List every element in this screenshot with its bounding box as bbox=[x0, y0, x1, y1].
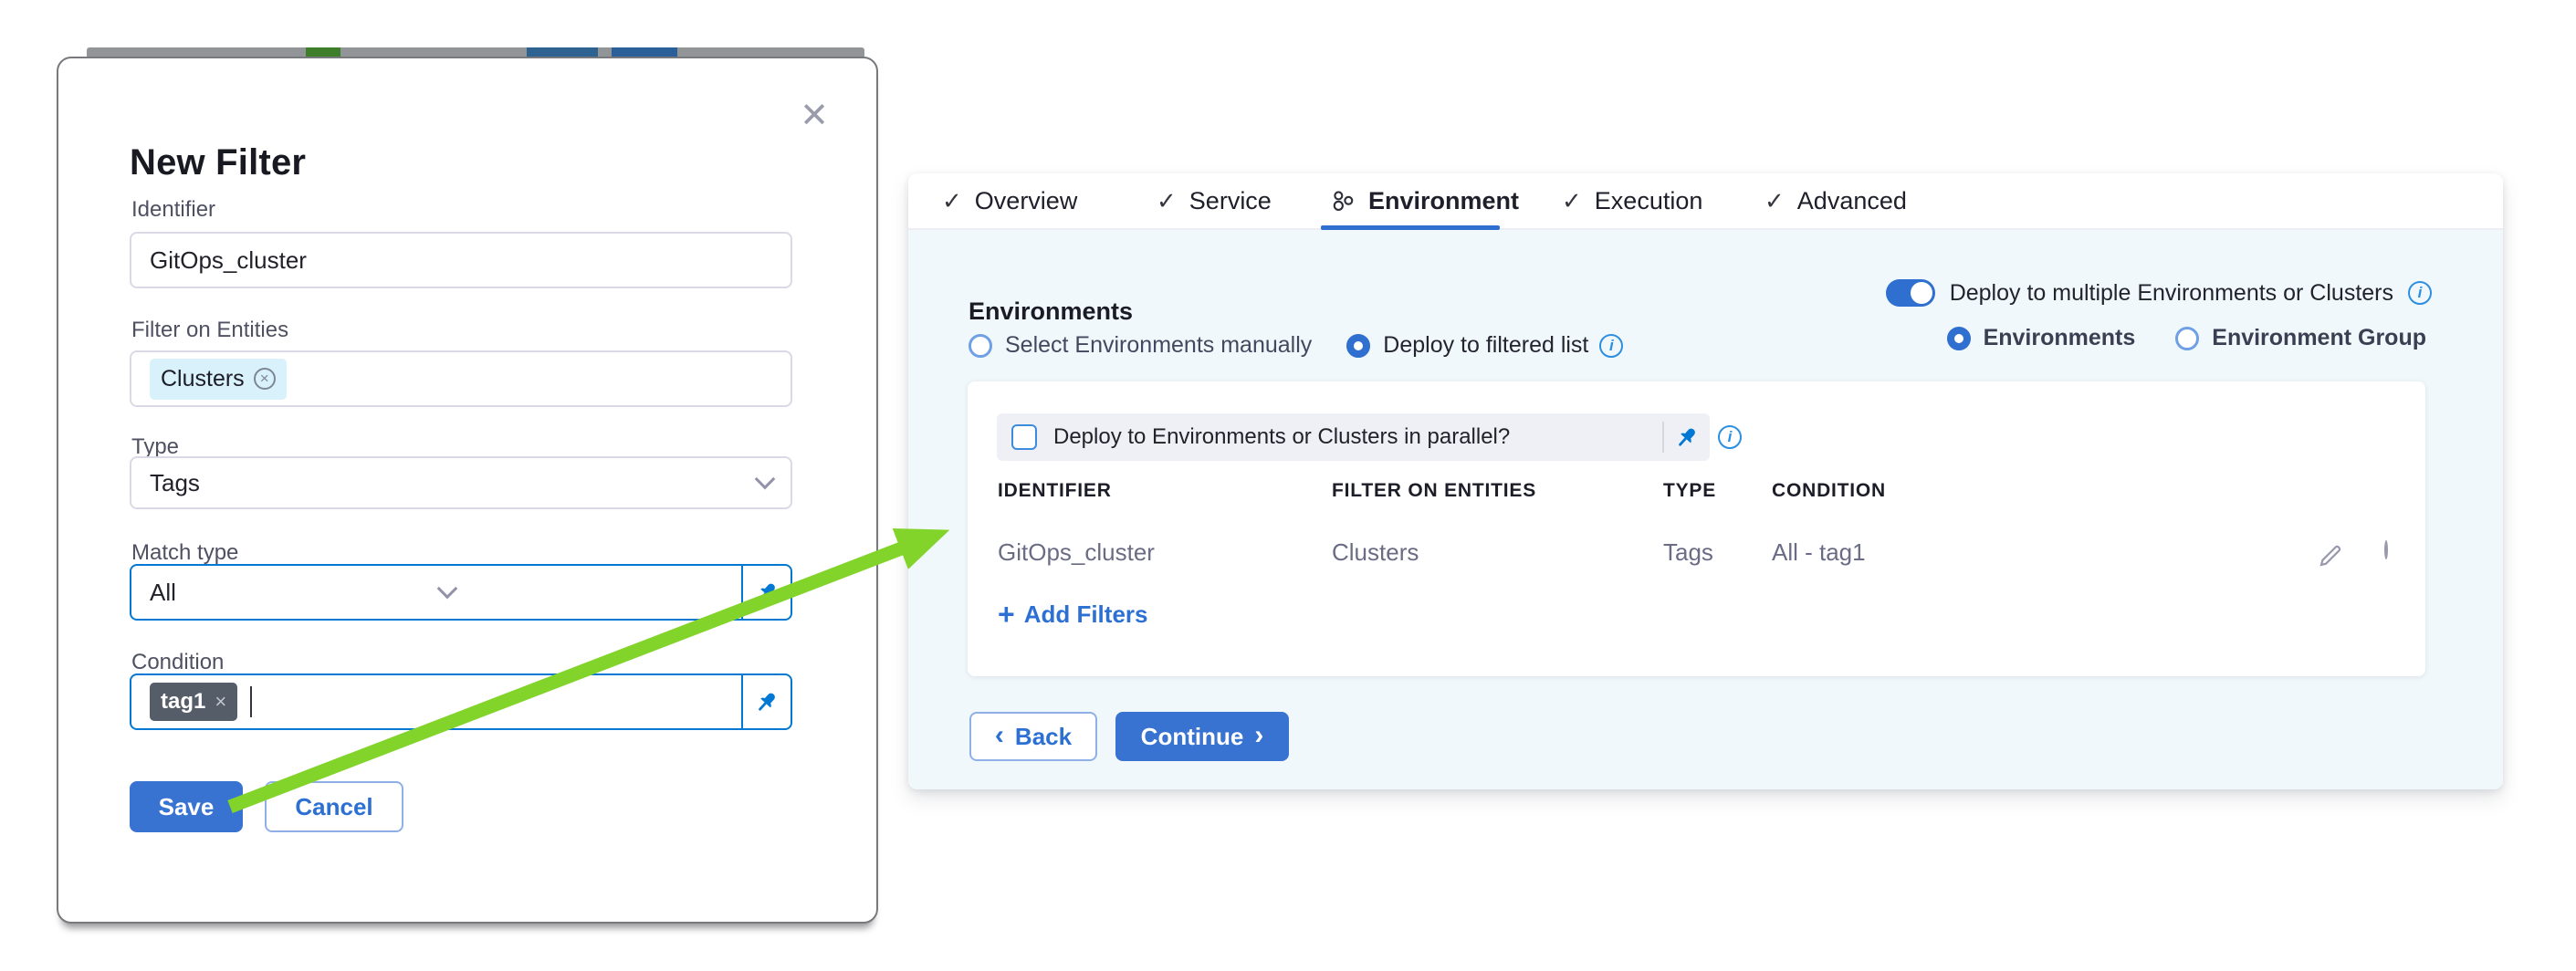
condition-input[interactable]: tag1 × bbox=[130, 673, 792, 730]
match-type-value: All bbox=[150, 579, 176, 607]
environments-heading: Environments bbox=[969, 298, 1133, 326]
cancel-button[interactable]: Cancel bbox=[265, 781, 403, 832]
cell-condition: All - tag1 bbox=[1772, 538, 1866, 567]
match-type-label: Match type bbox=[131, 540, 238, 566]
pin-button[interactable] bbox=[741, 675, 791, 728]
pin-icon bbox=[754, 689, 780, 715]
match-type-select[interactable]: All bbox=[130, 564, 792, 621]
close-icon[interactable]: ✕ bbox=[800, 99, 829, 133]
modal-title: New Filter bbox=[130, 142, 306, 183]
info-icon[interactable]: i bbox=[1718, 425, 1742, 449]
radio-environments[interactable]: Environments bbox=[1947, 325, 2136, 351]
radio-selected-icon bbox=[1346, 334, 1370, 358]
filter-entities-input[interactable]: Clusters × bbox=[130, 350, 792, 407]
pipeline-stage-panel: ✓ Overview ✓ Service Environment ✓ Execu… bbox=[908, 173, 2503, 789]
col-header-condition: CONDITION bbox=[1772, 480, 1886, 502]
parallel-checkbox[interactable] bbox=[1011, 424, 1037, 450]
stage-tabbar: ✓ Overview ✓ Service Environment ✓ Execu… bbox=[908, 173, 2503, 230]
radio-select-manually[interactable]: Select Environments manually bbox=[969, 332, 1312, 359]
filters-card: Deploy to Environments or Clusters in pa… bbox=[968, 381, 2425, 676]
clusters-chip[interactable]: Clusters × bbox=[150, 359, 287, 400]
new-filter-modal: New Filter ✕ Identifier GitOps_cluster F… bbox=[57, 57, 878, 924]
cell-filter-on-entities: Clusters bbox=[1332, 538, 1419, 567]
chevron-down-icon bbox=[755, 469, 776, 490]
cell-type: Tags bbox=[1663, 538, 1713, 567]
pin-icon bbox=[1674, 424, 1700, 450]
filter-entities-label: Filter on Entities bbox=[131, 318, 288, 343]
toggle-knob bbox=[1911, 282, 1932, 304]
remove-row-button[interactable] bbox=[2384, 542, 2412, 569]
col-header-type: TYPE bbox=[1663, 480, 1716, 502]
type-value: Tags bbox=[150, 469, 200, 497]
add-filters-link[interactable]: + Add Filters bbox=[998, 600, 1147, 629]
chevron-left-icon: ‹ bbox=[995, 722, 1004, 749]
multi-env-toggle[interactable] bbox=[1886, 279, 1935, 307]
info-icon[interactable]: i bbox=[2408, 281, 2432, 305]
back-button[interactable]: ‹ Back bbox=[969, 712, 1097, 761]
pin-button[interactable] bbox=[741, 566, 791, 619]
pin-button[interactable] bbox=[1664, 413, 1710, 461]
save-button[interactable]: Save bbox=[130, 781, 243, 832]
radio-selected-icon bbox=[1947, 327, 1971, 350]
identifier-input[interactable]: GitOps_cluster bbox=[130, 232, 792, 288]
radio-icon bbox=[2175, 327, 2199, 350]
col-header-filter-on-entities: FILTER ON ENTITIES bbox=[1332, 480, 1536, 502]
chevron-right-icon: › bbox=[1254, 722, 1263, 749]
identifier-value: GitOps_cluster bbox=[150, 246, 307, 275]
text-cursor bbox=[250, 686, 252, 717]
remove-chip-icon[interactable]: × bbox=[215, 690, 226, 714]
type-select[interactable]: Tags bbox=[130, 456, 792, 509]
edit-row-button[interactable] bbox=[2317, 542, 2344, 569]
pin-icon bbox=[754, 579, 780, 605]
check-icon: ✓ bbox=[1562, 187, 1582, 215]
plus-icon: + bbox=[998, 600, 1015, 629]
radio-deploy-filtered[interactable]: Deploy to filtered list i bbox=[1346, 332, 1623, 359]
chevron-down-icon bbox=[437, 579, 458, 600]
tab-environment[interactable]: Environment bbox=[1330, 173, 1519, 228]
parallel-option-strip: Deploy to Environments or Clusters in pa… bbox=[997, 413, 1710, 461]
multi-env-controls: Deploy to multiple Environments or Clust… bbox=[1886, 279, 2432, 351]
radio-icon bbox=[969, 334, 992, 358]
tab-service[interactable]: ✓ Service bbox=[1157, 173, 1272, 228]
environment-mode-radios: Select Environments manually Deploy to f… bbox=[969, 332, 1623, 359]
tab-overview[interactable]: ✓ Overview bbox=[942, 173, 1077, 228]
check-icon: ✓ bbox=[1157, 187, 1177, 215]
tab-execution[interactable]: ✓ Execution bbox=[1562, 173, 1702, 228]
condition-label: Condition bbox=[131, 650, 224, 675]
tag1-chip[interactable]: tag1 × bbox=[150, 683, 237, 721]
environment-tab-content: Environments Select Environments manuall… bbox=[908, 230, 2503, 789]
minus-circle-icon bbox=[2384, 540, 2388, 559]
radio-environment-group[interactable]: Environment Group bbox=[2175, 325, 2426, 351]
col-header-identifier: IDENTIFIER bbox=[998, 480, 1112, 502]
edit-icon bbox=[2317, 542, 2344, 569]
tab-advanced[interactable]: ✓ Advanced bbox=[1764, 173, 1907, 228]
remove-chip-icon[interactable]: × bbox=[254, 368, 276, 390]
environment-tab-icon bbox=[1330, 188, 1356, 214]
check-icon: ✓ bbox=[1764, 187, 1785, 215]
check-icon: ✓ bbox=[942, 187, 962, 215]
info-icon[interactable]: i bbox=[1599, 334, 1623, 358]
identifier-label: Identifier bbox=[131, 197, 215, 223]
cell-identifier: GitOps_cluster bbox=[998, 538, 1155, 567]
continue-button[interactable]: Continue › bbox=[1115, 712, 1289, 761]
